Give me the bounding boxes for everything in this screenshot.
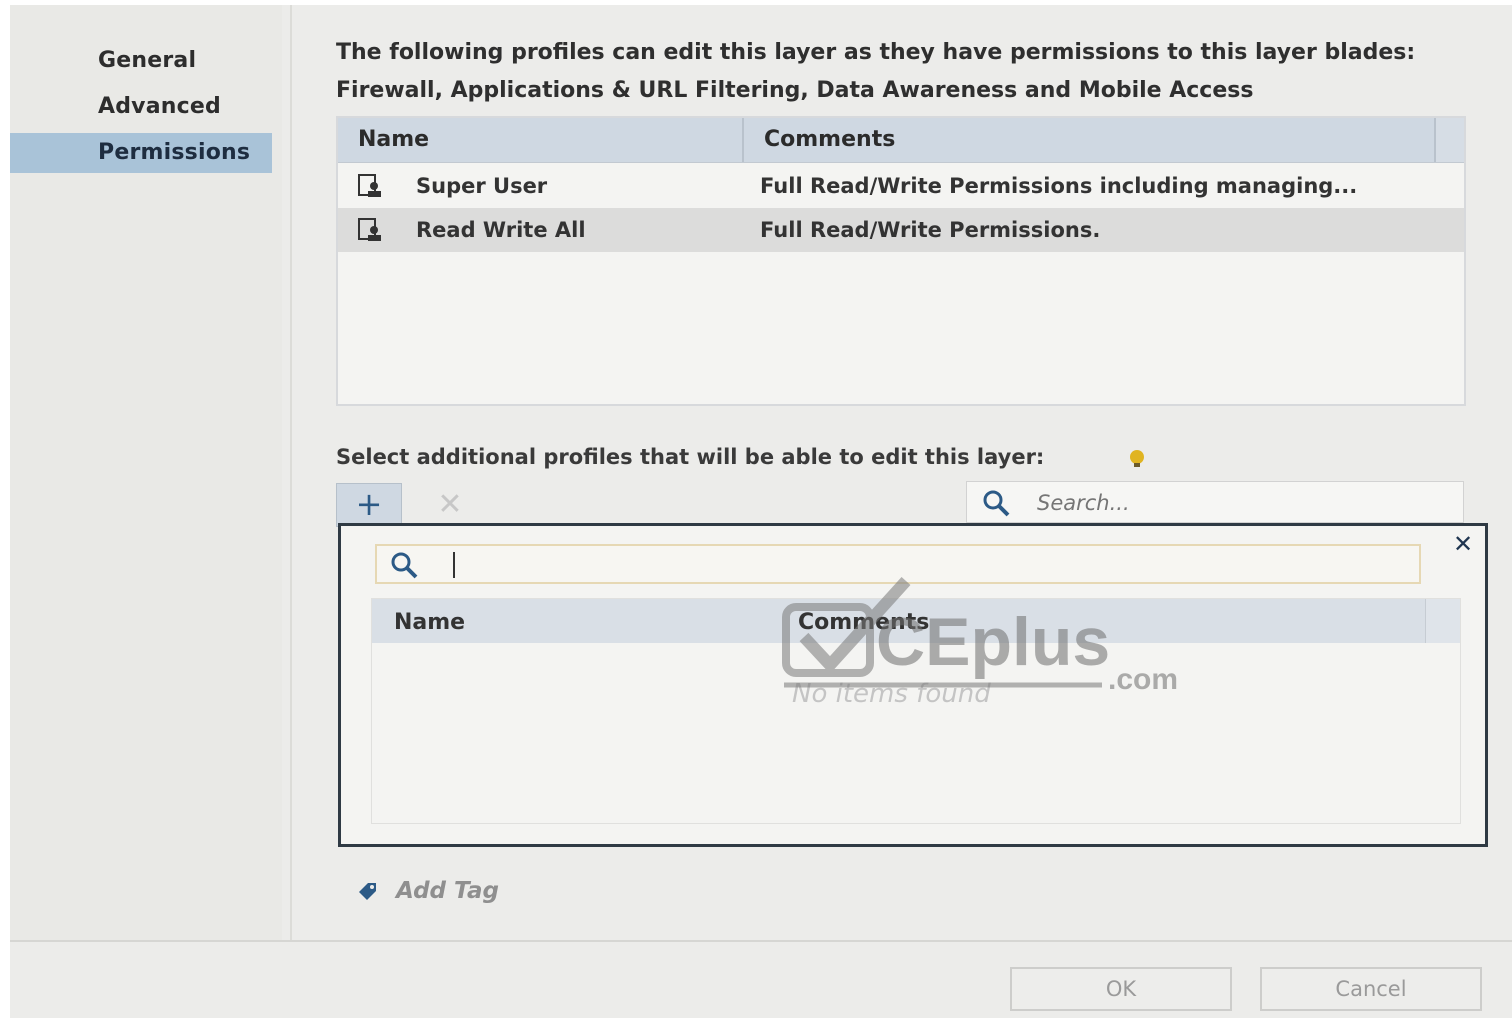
- header-scroll-corner: [1434, 118, 1464, 162]
- table-row[interactable]: Read Write All Full Read/Write Permissio…: [338, 208, 1464, 252]
- footer-divider: [10, 940, 1512, 942]
- profiles-search-box[interactable]: [966, 481, 1464, 523]
- layer-properties-dialog: General Advanced Permissions The followi…: [10, 5, 1512, 1018]
- add-tag-label: Add Tag: [396, 878, 499, 904]
- sidebar-nav: General Advanced Permissions: [10, 5, 282, 940]
- add-profile-button[interactable]: +: [336, 483, 402, 527]
- intro-line-1: The following profiles can edit this lay…: [336, 40, 1416, 65]
- column-header-comments[interactable]: Comments: [764, 118, 895, 162]
- lightbulb-icon[interactable]: [1126, 448, 1148, 470]
- search-input[interactable]: [1035, 486, 1439, 520]
- profile-icon: [358, 218, 381, 241]
- column-header-name[interactable]: Name: [394, 599, 465, 647]
- search-icon: [391, 552, 418, 579]
- intro-line-2: Firewall, Applications & URL Filtering, …: [336, 78, 1254, 103]
- nav-item-general[interactable]: General: [10, 41, 272, 81]
- cancel-button[interactable]: Cancel: [1260, 967, 1482, 1011]
- watermark-suffix: .com: [1108, 663, 1178, 696]
- remove-profile-button[interactable]: ✕: [428, 483, 472, 527]
- table-row[interactable]: Super User Full Read/Write Permissions i…: [338, 164, 1464, 208]
- close-icon[interactable]: ✕: [1449, 530, 1477, 558]
- nav-item-permissions[interactable]: Permissions: [10, 133, 272, 173]
- profiles-table: Name Comments Super User Full Read/Write…: [336, 116, 1466, 406]
- profile-icon: [358, 174, 381, 197]
- profile-comment: Full Read/Write Permissions including ma…: [760, 174, 1358, 198]
- table-header: Name Comments: [338, 118, 1464, 163]
- watermark-text: CEplus: [876, 604, 1110, 680]
- tag-icon: [359, 883, 376, 900]
- watermark-logo: CEplus .com: [782, 577, 1178, 696]
- profile-comment: Full Read/Write Permissions.: [760, 218, 1101, 242]
- text-caret: [453, 552, 455, 578]
- ok-button[interactable]: OK: [1010, 967, 1232, 1011]
- profile-name: Super User: [416, 174, 548, 198]
- additional-profiles-label: Select additional profiles that will be …: [336, 445, 1045, 469]
- nav-divider: [290, 5, 292, 940]
- search-icon: [983, 490, 1010, 517]
- column-divider[interactable]: [742, 118, 744, 162]
- column-header-name[interactable]: Name: [358, 118, 429, 162]
- profile-name: Read Write All: [416, 218, 586, 242]
- header-scroll-corner: [1425, 599, 1460, 643]
- nav-item-advanced[interactable]: Advanced: [10, 87, 272, 127]
